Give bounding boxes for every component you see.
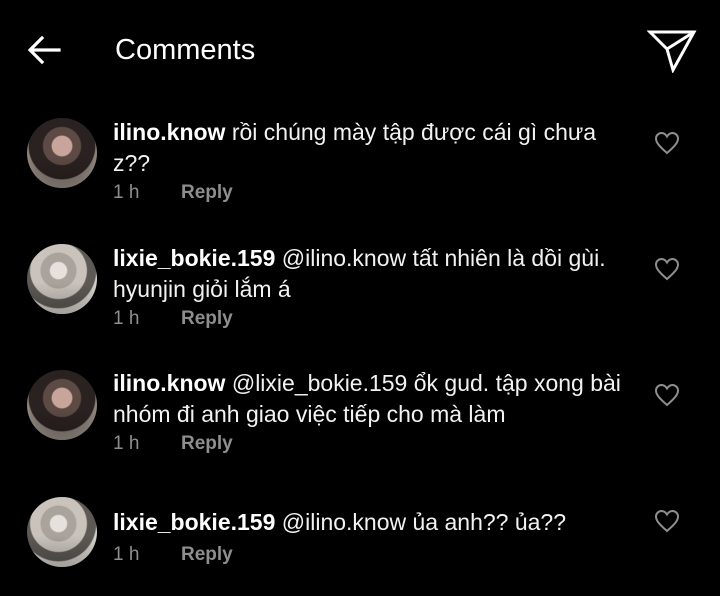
heart-icon: [654, 383, 680, 407]
comment-time: 1 h: [113, 544, 140, 565]
reply-button[interactable]: Reply: [181, 308, 233, 329]
comment-time: 1 h: [113, 433, 140, 454]
comment-meta: 1 h Reply: [113, 543, 233, 567]
share-button[interactable]: [644, 22, 700, 78]
page-title: Comments: [115, 34, 256, 66]
comment-username[interactable]: lixie_bokie.159: [113, 509, 275, 535]
comment-username[interactable]: ilino.know: [113, 119, 225, 145]
like-button[interactable]: [650, 378, 684, 412]
comment-username[interactable]: ilino.know: [113, 370, 225, 396]
comment-meta: 1 h Reply: [113, 181, 233, 205]
comment-meta: 1 h Reply: [113, 432, 233, 456]
reply-button[interactable]: Reply: [181, 544, 233, 565]
reply-button[interactable]: Reply: [181, 182, 233, 203]
app-header: Comments: [0, 0, 720, 100]
reply-button[interactable]: Reply: [181, 433, 233, 454]
like-button[interactable]: [650, 252, 684, 286]
heart-icon: [654, 131, 680, 155]
comment-text: ilino.know rồi chúng mày tập được cái gì…: [113, 117, 623, 179]
avatar[interactable]: [27, 118, 97, 188]
comment-body: @ilino.know ủa anh?? ủa??: [281, 509, 567, 535]
comment-text: lixie_bokie.159 @ilino.know ủa anh?? ủa?…: [113, 507, 623, 538]
comment-username[interactable]: lixie_bokie.159: [113, 245, 275, 271]
comment-text: ilino.know @lixie_bokie.159 ổk gud. tập …: [113, 368, 623, 430]
like-button[interactable]: [650, 126, 684, 160]
comment-time: 1 h: [113, 182, 140, 203]
avatar[interactable]: [27, 244, 97, 314]
comment-time: 1 h: [113, 308, 140, 329]
heart-icon: [654, 257, 680, 281]
like-button[interactable]: [650, 504, 684, 538]
arrow-left-icon: [27, 35, 61, 65]
back-button[interactable]: [22, 28, 66, 72]
heart-icon: [654, 509, 680, 533]
comment-meta: 1 h Reply: [113, 307, 233, 331]
comment-text: lixie_bokie.159 @ilino.know tất nhiên là…: [113, 243, 623, 305]
avatar[interactable]: [27, 497, 97, 567]
paper-plane-icon: [647, 30, 697, 73]
avatar[interactable]: [27, 370, 97, 440]
